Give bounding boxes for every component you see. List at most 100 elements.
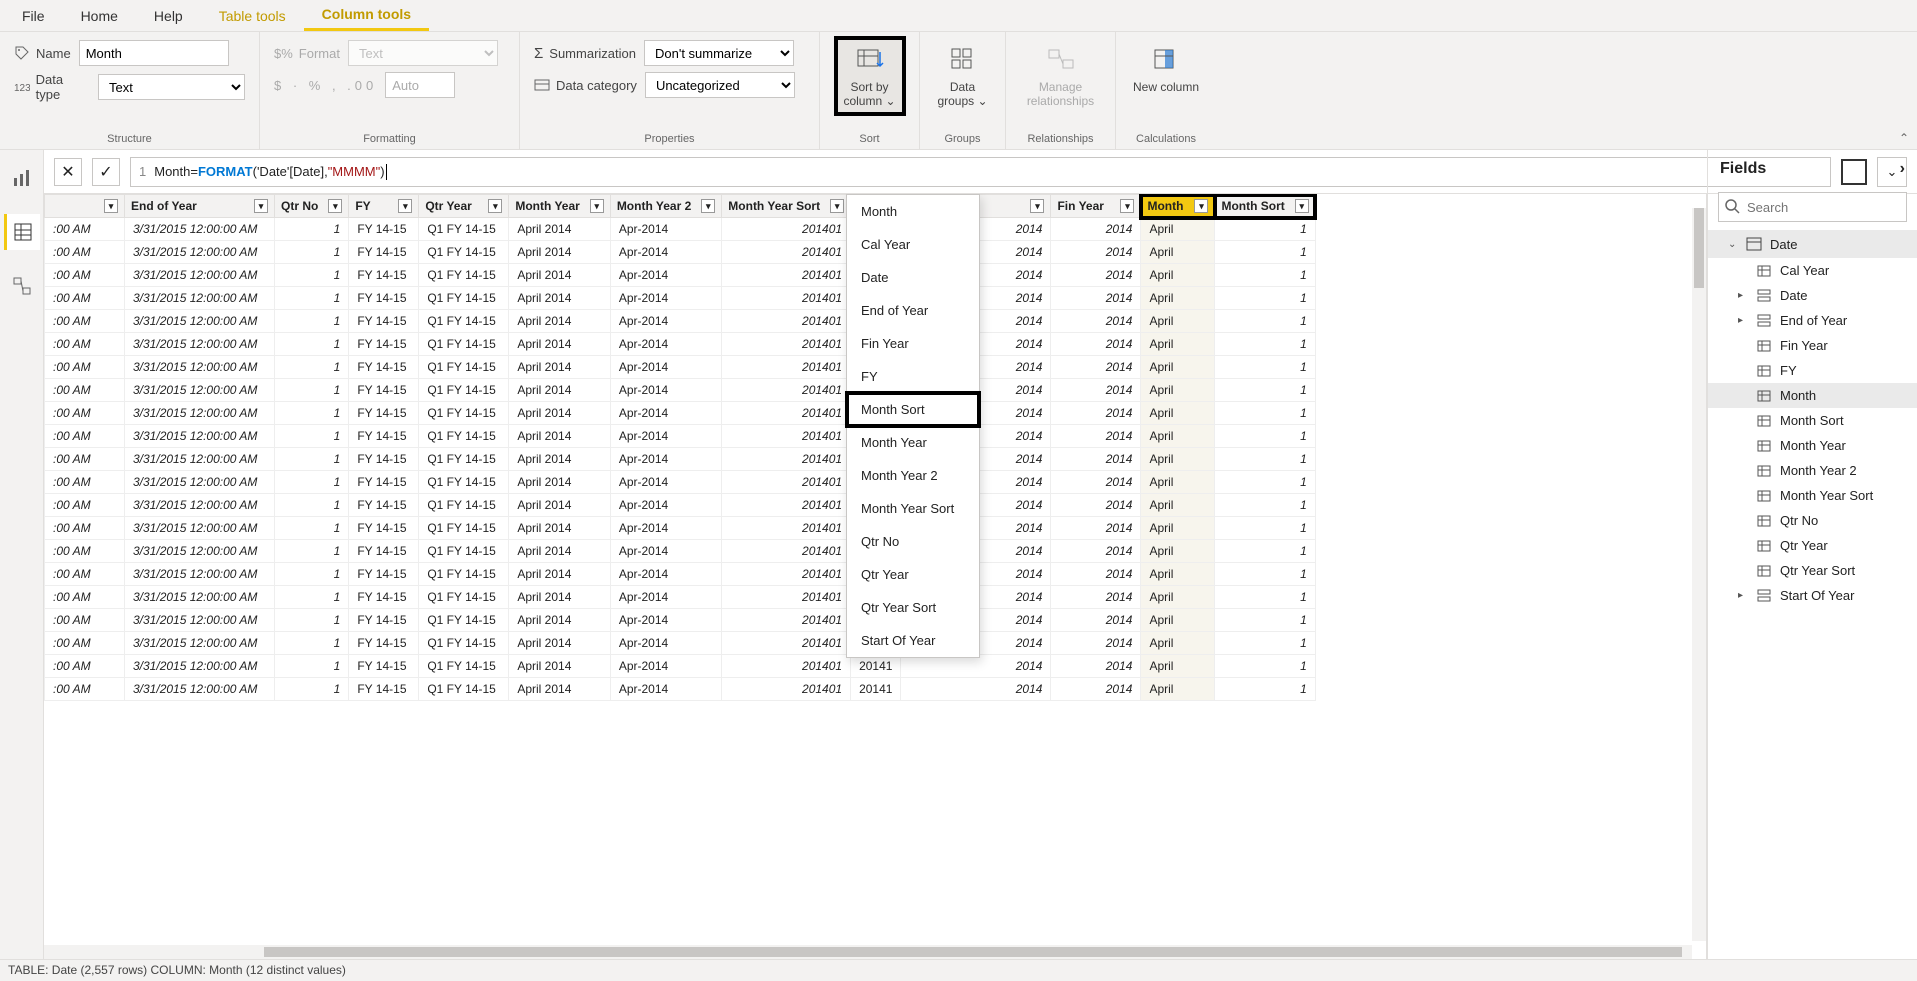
table-row[interactable]: :00 AM3/31/2015 12:00:00 AM1FY 14-15Q1 F… xyxy=(45,356,1316,379)
formula-input[interactable]: 1 Month = FORMAT ( 'Date'[Date] , "MMMM"… xyxy=(130,157,1831,187)
column-header-finyear[interactable]: Fin Year▾ xyxy=(1051,195,1141,218)
table-row[interactable]: :00 AM3/31/2015 12:00:00 AM1FY 14-15Q1 F… xyxy=(45,287,1316,310)
menu-column-tools[interactable]: Column tools xyxy=(304,0,429,31)
table-row[interactable]: :00 AM3/31/2015 12:00:00 AM1FY 14-15Q1 F… xyxy=(45,517,1316,540)
name-input[interactable] xyxy=(79,40,229,66)
sort-option-fin-year[interactable]: Fin Year xyxy=(847,327,979,360)
filter-dropdown-fy[interactable]: ▾ xyxy=(398,199,412,213)
column-header-my[interactable]: Month Year▾ xyxy=(509,195,610,218)
column-header-eoy[interactable]: End of Year▾ xyxy=(125,195,275,218)
filter-dropdown-qtryear[interactable]: ▾ xyxy=(488,199,502,213)
sort-option-qtr-year[interactable]: Qtr Year xyxy=(847,558,979,591)
field-fin-year[interactable]: Fin Year xyxy=(1708,333,1917,358)
table-row[interactable]: :00 AM3/31/2015 12:00:00 AM1FY 14-15Q1 F… xyxy=(45,563,1316,586)
datacategory-select[interactable]: Uncategorized xyxy=(645,72,795,98)
filter-dropdown-c0[interactable]: ▾ xyxy=(104,199,118,213)
sort-option-month-year[interactable]: Month Year xyxy=(847,426,979,459)
filter-dropdown-my[interactable]: ▾ xyxy=(590,199,604,213)
field-fy[interactable]: FY xyxy=(1708,358,1917,383)
filter-dropdown-month[interactable]: ▾ xyxy=(1194,199,1208,213)
datatype-select[interactable]: Text xyxy=(98,74,245,100)
filter-dropdown-msort[interactable]: ▾ xyxy=(1295,199,1309,213)
formula-cancel[interactable]: ✕ xyxy=(54,158,82,186)
field-qtr-year[interactable]: Qtr Year xyxy=(1708,533,1917,558)
sort-by-column-button[interactable]: Sort by column ⌄ xyxy=(834,36,906,116)
field-month-year[interactable]: Month Year xyxy=(1708,433,1917,458)
field-cal-year[interactable]: Cal Year xyxy=(1708,258,1917,283)
model-view[interactable] xyxy=(4,268,40,304)
table-row[interactable]: :00 AM3/31/2015 12:00:00 AM1FY 14-15Q1 F… xyxy=(45,310,1316,333)
data-groups-button[interactable]: Data groups ⌄ xyxy=(934,40,991,112)
column-header-mys[interactable]: Month Year Sort▾ xyxy=(722,195,851,218)
ribbon-collapse[interactable]: ⌃ xyxy=(1899,131,1909,145)
sort-option-month[interactable]: Month xyxy=(847,195,979,228)
field-start-of-year[interactable]: ▸Start Of Year xyxy=(1708,583,1917,608)
formula-commit[interactable]: ✓ xyxy=(92,158,120,186)
menu-home[interactable]: Home xyxy=(63,2,136,30)
report-view[interactable] xyxy=(4,160,40,196)
menu-table-tools[interactable]: Table tools xyxy=(201,2,304,30)
table-row[interactable]: :00 AM3/31/2015 12:00:00 AM1FY 14-15Q1 F… xyxy=(45,494,1316,517)
column-header-my2[interactable]: Month Year 2▾ xyxy=(610,195,721,218)
table-row[interactable]: :00 AM3/31/2015 12:00:00 AM1FY 14-15Q1 F… xyxy=(45,218,1316,241)
sort-option-qtr-no[interactable]: Qtr No xyxy=(847,525,979,558)
column-header-fy[interactable]: FY▾ xyxy=(349,195,419,218)
table-row[interactable]: :00 AM3/31/2015 12:00:00 AM1FY 14-15Q1 F… xyxy=(45,471,1316,494)
table-row[interactable]: :00 AM3/31/2015 12:00:00 AM1FY 14-15Q1 F… xyxy=(45,402,1316,425)
table-row[interactable]: :00 AM3/31/2015 12:00:00 AM1FY 14-15Q1 F… xyxy=(45,678,1316,701)
fields-search-input[interactable] xyxy=(1718,192,1907,222)
cell: Apr-2014 xyxy=(610,540,721,563)
vertical-scrollbar[interactable] xyxy=(1692,208,1706,941)
sort-option-month-sort[interactable]: Month Sort xyxy=(847,393,979,426)
table-row[interactable]: :00 AM3/31/2015 12:00:00 AM1FY 14-15Q1 F… xyxy=(45,655,1316,678)
table-row[interactable]: :00 AM3/31/2015 12:00:00 AM1FY 14-15Q1 F… xyxy=(45,540,1316,563)
column-header-c0[interactable]: ▾ xyxy=(45,195,125,218)
field-month-sort[interactable]: Month Sort xyxy=(1708,408,1917,433)
sort-option-cal-year[interactable]: Cal Year xyxy=(847,228,979,261)
field-end-of-year[interactable]: ▸End of Year xyxy=(1708,308,1917,333)
table-row[interactable]: :00 AM3/31/2015 12:00:00 AM1FY 14-15Q1 F… xyxy=(45,586,1316,609)
table-row[interactable]: :00 AM3/31/2015 12:00:00 AM1FY 14-15Q1 F… xyxy=(45,264,1316,287)
table-row[interactable]: :00 AM3/31/2015 12:00:00 AM1FY 14-15Q1 F… xyxy=(45,333,1316,356)
table-row[interactable]: :00 AM3/31/2015 12:00:00 AM1FY 14-15Q1 F… xyxy=(45,609,1316,632)
field-qtr-year-sort[interactable]: Qtr Year Sort xyxy=(1708,558,1917,583)
column-header-qtrno[interactable]: Qtr No▾ xyxy=(275,195,349,218)
table-row[interactable]: :00 AM3/31/2015 12:00:00 AM1FY 14-15Q1 F… xyxy=(45,241,1316,264)
filter-dropdown-eoy[interactable]: ▾ xyxy=(254,199,268,213)
sort-option-qtr-year-sort[interactable]: Qtr Year Sort xyxy=(847,591,979,624)
fields-table-header[interactable]: ⌄ Date xyxy=(1708,230,1917,258)
new-column-button[interactable]: New column xyxy=(1130,40,1202,98)
cell: April xyxy=(1141,287,1215,310)
sort-option-fy[interactable]: FY xyxy=(847,360,979,393)
fields-collapse[interactable]: › xyxy=(1900,160,1905,178)
table-row[interactable]: :00 AM3/31/2015 12:00:00 AM1FY 14-15Q1 F… xyxy=(45,632,1316,655)
summarization-select[interactable]: Don't summarize xyxy=(644,40,794,66)
sort-option-end-of-year[interactable]: End of Year xyxy=(847,294,979,327)
filter-dropdown-mys[interactable]: ▾ xyxy=(830,199,844,213)
field-month[interactable]: Month xyxy=(1708,383,1917,408)
horizontal-scrollbar[interactable] xyxy=(44,945,1692,959)
field-date[interactable]: ▸Date xyxy=(1708,283,1917,308)
field-month-year-sort[interactable]: Month Year Sort xyxy=(1708,483,1917,508)
menu-file[interactable]: File xyxy=(4,2,63,30)
table-row[interactable]: :00 AM3/31/2015 12:00:00 AM1FY 14-15Q1 F… xyxy=(45,448,1316,471)
sort-option-month-year-2[interactable]: Month Year 2 xyxy=(847,459,979,492)
sort-option-date[interactable]: Date xyxy=(847,261,979,294)
filter-dropdown-finyear[interactable]: ▾ xyxy=(1120,199,1134,213)
sort-option-start-of-year[interactable]: Start Of Year xyxy=(847,624,979,657)
column-header-msort[interactable]: Month Sort▾ xyxy=(1215,195,1315,218)
sort-option-month-year-sort[interactable]: Month Year Sort xyxy=(847,492,979,525)
column-header-qtryear[interactable]: Qtr Year▾ xyxy=(419,195,509,218)
filter-dropdown-my2[interactable]: ▾ xyxy=(701,199,715,213)
sort-by-column-menu[interactable]: MonthCal YearDateEnd of YearFin YearFYMo… xyxy=(846,194,980,658)
data-view[interactable] xyxy=(4,214,40,250)
filter-dropdown-qtrno[interactable]: ▾ xyxy=(328,199,342,213)
filter-dropdown-gap2[interactable]: ▾ xyxy=(1030,199,1044,213)
column-header-month[interactable]: Month▾ xyxy=(1141,195,1215,218)
field-label: Month Sort xyxy=(1780,413,1844,428)
table-row[interactable]: :00 AM3/31/2015 12:00:00 AM1FY 14-15Q1 F… xyxy=(45,379,1316,402)
field-month-year-2[interactable]: Month Year 2 xyxy=(1708,458,1917,483)
menu-help[interactable]: Help xyxy=(136,2,201,30)
field-qtr-no[interactable]: Qtr No xyxy=(1708,508,1917,533)
table-row[interactable]: :00 AM3/31/2015 12:00:00 AM1FY 14-15Q1 F… xyxy=(45,425,1316,448)
